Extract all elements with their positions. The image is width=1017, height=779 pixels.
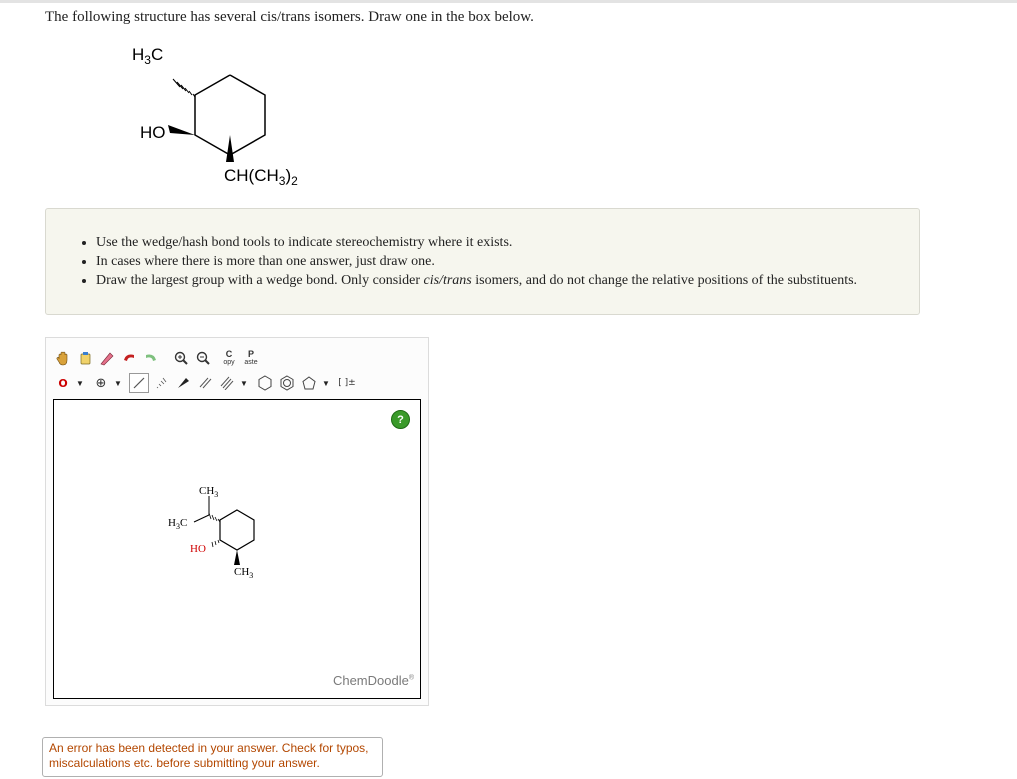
copy-icon[interactable]: Copy <box>219 348 239 368</box>
bottom-methyl-label: CH3 <box>234 566 253 580</box>
question-text: The following structure has several cis/… <box>45 9 534 25</box>
hint-item: In cases where there is more than one an… <box>96 252 919 271</box>
double-bond-tool[interactable] <box>195 373 215 393</box>
isopropyl-label: CH(CH3)2 <box>224 166 298 188</box>
chemdoodle-editor: Copy Paste O ▼ ⊕ ▼ ▼ ▼ [ ]± ? CH3 H3C HO… <box>45 337 429 706</box>
zoom-in-icon[interactable] <box>171 348 191 368</box>
left-methyl-label: H3C <box>168 517 187 531</box>
wedge-bond-tool[interactable] <box>173 373 193 393</box>
toolbar-row-2: O ▼ ⊕ ▼ ▼ ▼ [ ]± <box>53 371 359 395</box>
chevron-down-icon[interactable]: ▼ <box>75 379 85 388</box>
error-message: An error has been detected in your answe… <box>42 737 383 777</box>
hydroxyl-label: HO <box>140 123 166 142</box>
chevron-down-icon[interactable]: ▼ <box>239 379 249 388</box>
help-icon[interactable]: ? <box>391 410 410 429</box>
hint-item: Use the wedge/hash bond tools to indicat… <box>96 233 919 252</box>
undo-icon[interactable] <box>119 348 139 368</box>
benzene-icon[interactable] <box>277 373 297 393</box>
zoom-out-icon[interactable] <box>193 348 213 368</box>
top-methyl-label: CH3 <box>199 485 218 499</box>
instructions-box: Use the wedge/hash bond tools to indicat… <box>45 208 920 315</box>
hash-bond-tool[interactable] <box>151 373 171 393</box>
chevron-down-icon[interactable]: ▼ <box>321 379 331 388</box>
atom-label-button[interactable]: O <box>53 373 73 393</box>
drawn-molecule: CH3 H3C HO CH3 <box>168 485 255 580</box>
reference-structure: H3C HO CH(CH3)2 <box>132 45 298 188</box>
hint-item: Draw the largest group with a wedge bond… <box>96 271 919 290</box>
lasso-icon[interactable] <box>75 348 95 368</box>
chemdoodle-brand: ChemDoodle® <box>332 673 414 688</box>
eraser-icon[interactable] <box>97 348 117 368</box>
wedge-bond-hydroxyl <box>168 125 195 135</box>
chevron-down-icon[interactable]: ▼ <box>113 379 123 388</box>
top-border <box>0 0 1017 3</box>
hash-bond-methyl <box>172 78 196 98</box>
drawing-canvas[interactable]: ? CH3 H3C HO CH3 ChemDoodle® <box>53 399 421 699</box>
paste-icon[interactable]: Paste <box>241 348 261 368</box>
charge-button[interactable]: ⊕ <box>91 373 111 393</box>
drawn-hydroxyl-label: HO <box>190 543 206 555</box>
triple-bond-tool[interactable] <box>217 373 237 393</box>
redo-icon[interactable] <box>141 348 161 368</box>
cyclopentane-icon[interactable] <box>299 373 319 393</box>
hand-icon[interactable] <box>53 348 73 368</box>
single-bond-tool[interactable] <box>129 373 149 393</box>
bracket-tool[interactable]: [ ]± <box>337 373 357 393</box>
wedge-bond-isopropyl <box>226 135 234 162</box>
toolbar-row-1: Copy Paste <box>53 346 263 370</box>
cyclohexane-icon[interactable] <box>255 373 275 393</box>
methyl-label: H3C <box>132 45 163 67</box>
